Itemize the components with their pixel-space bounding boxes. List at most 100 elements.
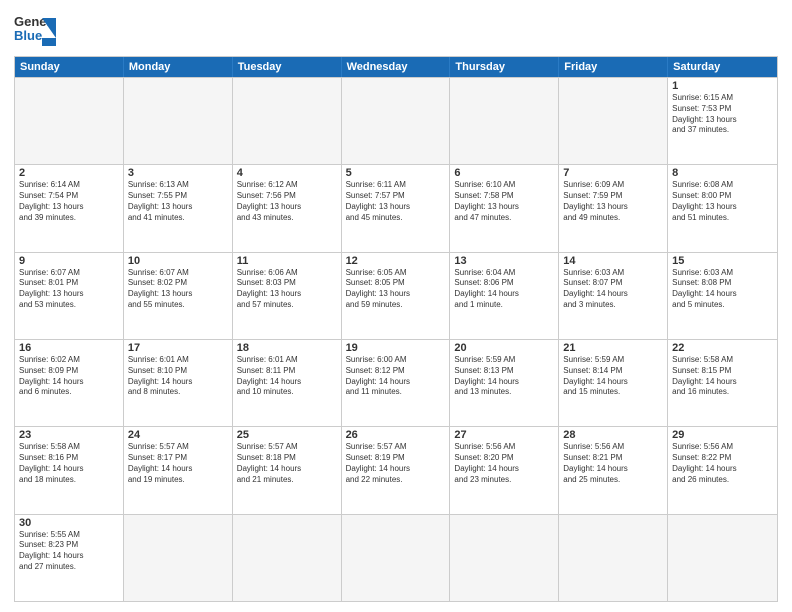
day-info: Sunrise: 6:02 AM Sunset: 8:09 PM Dayligh… [19,355,119,398]
day-number: 28 [563,429,663,441]
calendar-cell [450,515,559,601]
calendar-cell [342,78,451,164]
day-number: 3 [128,167,228,179]
day-info: Sunrise: 5:59 AM Sunset: 8:13 PM Dayligh… [454,355,554,398]
day-number: 27 [454,429,554,441]
day-info: Sunrise: 6:10 AM Sunset: 7:58 PM Dayligh… [454,180,554,223]
weekday-header: Friday [559,57,668,77]
day-info: Sunrise: 5:55 AM Sunset: 8:23 PM Dayligh… [19,530,119,573]
calendar-cell: 9Sunrise: 6:07 AM Sunset: 8:01 PM Daylig… [15,253,124,339]
day-number: 4 [237,167,337,179]
calendar-body: 1Sunrise: 6:15 AM Sunset: 7:53 PM Daylig… [15,77,777,601]
day-info: Sunrise: 6:09 AM Sunset: 7:59 PM Dayligh… [563,180,663,223]
day-number: 22 [672,342,773,354]
calendar-cell [450,78,559,164]
logo: General Blue [14,10,56,50]
calendar-cell: 5Sunrise: 6:11 AM Sunset: 7:57 PM Daylig… [342,165,451,251]
day-info: Sunrise: 6:07 AM Sunset: 8:01 PM Dayligh… [19,268,119,311]
day-info: Sunrise: 6:05 AM Sunset: 8:05 PM Dayligh… [346,268,446,311]
day-number: 29 [672,429,773,441]
day-number: 23 [19,429,119,441]
day-info: Sunrise: 5:57 AM Sunset: 8:19 PM Dayligh… [346,442,446,485]
calendar-week: 16Sunrise: 6:02 AM Sunset: 8:09 PM Dayli… [15,339,777,426]
calendar-cell: 15Sunrise: 6:03 AM Sunset: 8:08 PM Dayli… [668,253,777,339]
day-info: Sunrise: 6:01 AM Sunset: 8:11 PM Dayligh… [237,355,337,398]
calendar-header: SundayMondayTuesdayWednesdayThursdayFrid… [15,57,777,77]
day-number: 18 [237,342,337,354]
day-info: Sunrise: 6:15 AM Sunset: 7:53 PM Dayligh… [672,93,773,136]
calendar: SundayMondayTuesdayWednesdayThursdayFrid… [14,56,778,602]
calendar-cell: 28Sunrise: 5:56 AM Sunset: 8:21 PM Dayli… [559,427,668,513]
calendar-cell [124,515,233,601]
calendar-cell: 22Sunrise: 5:58 AM Sunset: 8:15 PM Dayli… [668,340,777,426]
day-number: 15 [672,255,773,267]
calendar-cell: 6Sunrise: 6:10 AM Sunset: 7:58 PM Daylig… [450,165,559,251]
weekday-header: Tuesday [233,57,342,77]
day-number: 17 [128,342,228,354]
calendar-cell [124,78,233,164]
calendar-week: 23Sunrise: 5:58 AM Sunset: 8:16 PM Dayli… [15,426,777,513]
calendar-cell: 30Sunrise: 5:55 AM Sunset: 8:23 PM Dayli… [15,515,124,601]
day-number: 16 [19,342,119,354]
day-info: Sunrise: 6:08 AM Sunset: 8:00 PM Dayligh… [672,180,773,223]
day-number: 1 [672,80,773,92]
day-number: 19 [346,342,446,354]
calendar-cell: 23Sunrise: 5:58 AM Sunset: 8:16 PM Dayli… [15,427,124,513]
page: General Blue SundayMondayTuesdayWednesda… [0,0,792,612]
calendar-cell [559,515,668,601]
calendar-week: 30Sunrise: 5:55 AM Sunset: 8:23 PM Dayli… [15,514,777,601]
day-info: Sunrise: 6:03 AM Sunset: 8:08 PM Dayligh… [672,268,773,311]
day-info: Sunrise: 6:13 AM Sunset: 7:55 PM Dayligh… [128,180,228,223]
day-info: Sunrise: 5:56 AM Sunset: 8:22 PM Dayligh… [672,442,773,485]
calendar-cell: 13Sunrise: 6:04 AM Sunset: 8:06 PM Dayli… [450,253,559,339]
day-info: Sunrise: 5:57 AM Sunset: 8:17 PM Dayligh… [128,442,228,485]
day-info: Sunrise: 5:59 AM Sunset: 8:14 PM Dayligh… [563,355,663,398]
day-number: 24 [128,429,228,441]
day-info: Sunrise: 6:07 AM Sunset: 8:02 PM Dayligh… [128,268,228,311]
calendar-cell: 17Sunrise: 6:01 AM Sunset: 8:10 PM Dayli… [124,340,233,426]
day-number: 5 [346,167,446,179]
day-number: 8 [672,167,773,179]
day-info: Sunrise: 5:58 AM Sunset: 8:15 PM Dayligh… [672,355,773,398]
calendar-cell: 18Sunrise: 6:01 AM Sunset: 8:11 PM Dayli… [233,340,342,426]
day-number: 20 [454,342,554,354]
day-number: 2 [19,167,119,179]
day-number: 14 [563,255,663,267]
day-info: Sunrise: 6:12 AM Sunset: 7:56 PM Dayligh… [237,180,337,223]
calendar-cell: 25Sunrise: 5:57 AM Sunset: 8:18 PM Dayli… [233,427,342,513]
day-number: 6 [454,167,554,179]
calendar-cell: 19Sunrise: 6:00 AM Sunset: 8:12 PM Dayli… [342,340,451,426]
calendar-cell: 12Sunrise: 6:05 AM Sunset: 8:05 PM Dayli… [342,253,451,339]
day-info: Sunrise: 6:01 AM Sunset: 8:10 PM Dayligh… [128,355,228,398]
calendar-cell [233,78,342,164]
calendar-cell: 20Sunrise: 5:59 AM Sunset: 8:13 PM Dayli… [450,340,559,426]
day-number: 7 [563,167,663,179]
calendar-cell: 3Sunrise: 6:13 AM Sunset: 7:55 PM Daylig… [124,165,233,251]
day-info: Sunrise: 6:00 AM Sunset: 8:12 PM Dayligh… [346,355,446,398]
day-number: 21 [563,342,663,354]
weekday-header: Thursday [450,57,559,77]
day-number: 9 [19,255,119,267]
header: General Blue [14,10,778,50]
calendar-cell: 27Sunrise: 5:56 AM Sunset: 8:20 PM Dayli… [450,427,559,513]
weekday-header: Monday [124,57,233,77]
day-info: Sunrise: 6:03 AM Sunset: 8:07 PM Dayligh… [563,268,663,311]
calendar-cell: 21Sunrise: 5:59 AM Sunset: 8:14 PM Dayli… [559,340,668,426]
calendar-cell: 4Sunrise: 6:12 AM Sunset: 7:56 PM Daylig… [233,165,342,251]
svg-text:Blue: Blue [14,28,42,43]
weekday-header: Sunday [15,57,124,77]
day-number: 11 [237,255,337,267]
calendar-week: 1Sunrise: 6:15 AM Sunset: 7:53 PM Daylig… [15,77,777,164]
calendar-cell: 16Sunrise: 6:02 AM Sunset: 8:09 PM Dayli… [15,340,124,426]
calendar-cell [559,78,668,164]
calendar-cell: 2Sunrise: 6:14 AM Sunset: 7:54 PM Daylig… [15,165,124,251]
calendar-week: 9Sunrise: 6:07 AM Sunset: 8:01 PM Daylig… [15,252,777,339]
day-info: Sunrise: 6:04 AM Sunset: 8:06 PM Dayligh… [454,268,554,311]
calendar-week: 2Sunrise: 6:14 AM Sunset: 7:54 PM Daylig… [15,164,777,251]
calendar-cell [668,515,777,601]
day-info: Sunrise: 6:06 AM Sunset: 8:03 PM Dayligh… [237,268,337,311]
calendar-cell [342,515,451,601]
calendar-cell: 10Sunrise: 6:07 AM Sunset: 8:02 PM Dayli… [124,253,233,339]
day-info: Sunrise: 6:14 AM Sunset: 7:54 PM Dayligh… [19,180,119,223]
calendar-cell: 14Sunrise: 6:03 AM Sunset: 8:07 PM Dayli… [559,253,668,339]
